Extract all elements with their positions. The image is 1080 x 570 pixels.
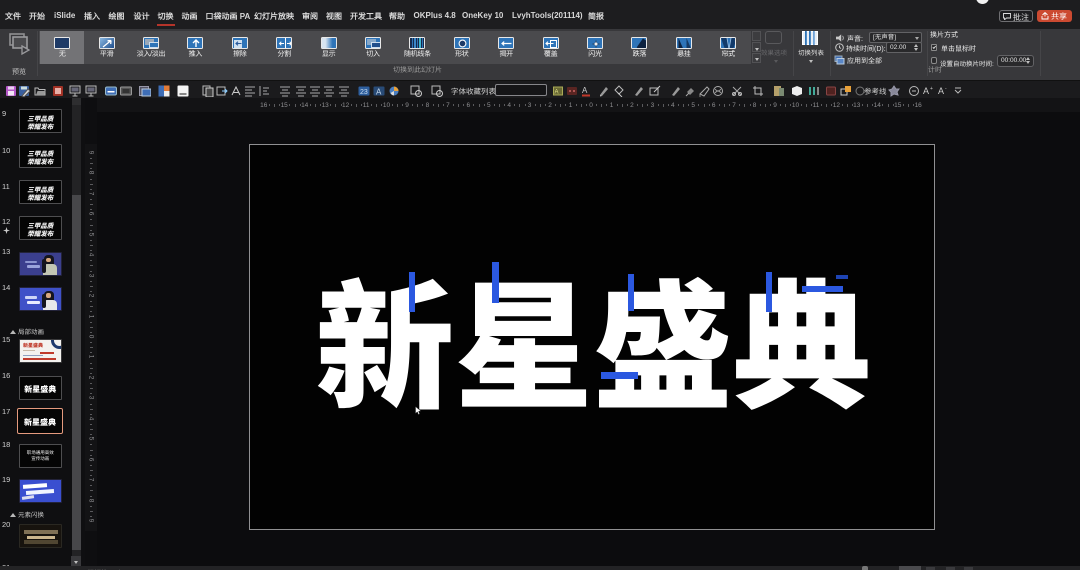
svg-text:A: A (582, 86, 588, 95)
svg-text:A: A (938, 86, 944, 96)
svg-text:-: - (945, 86, 947, 92)
svg-text:A: A (923, 86, 929, 96)
svg-text:23: 23 (360, 89, 368, 96)
svg-text:+: + (930, 86, 933, 92)
svg-text:A: A (555, 90, 559, 96)
svg-text:A: A (376, 88, 382, 97)
